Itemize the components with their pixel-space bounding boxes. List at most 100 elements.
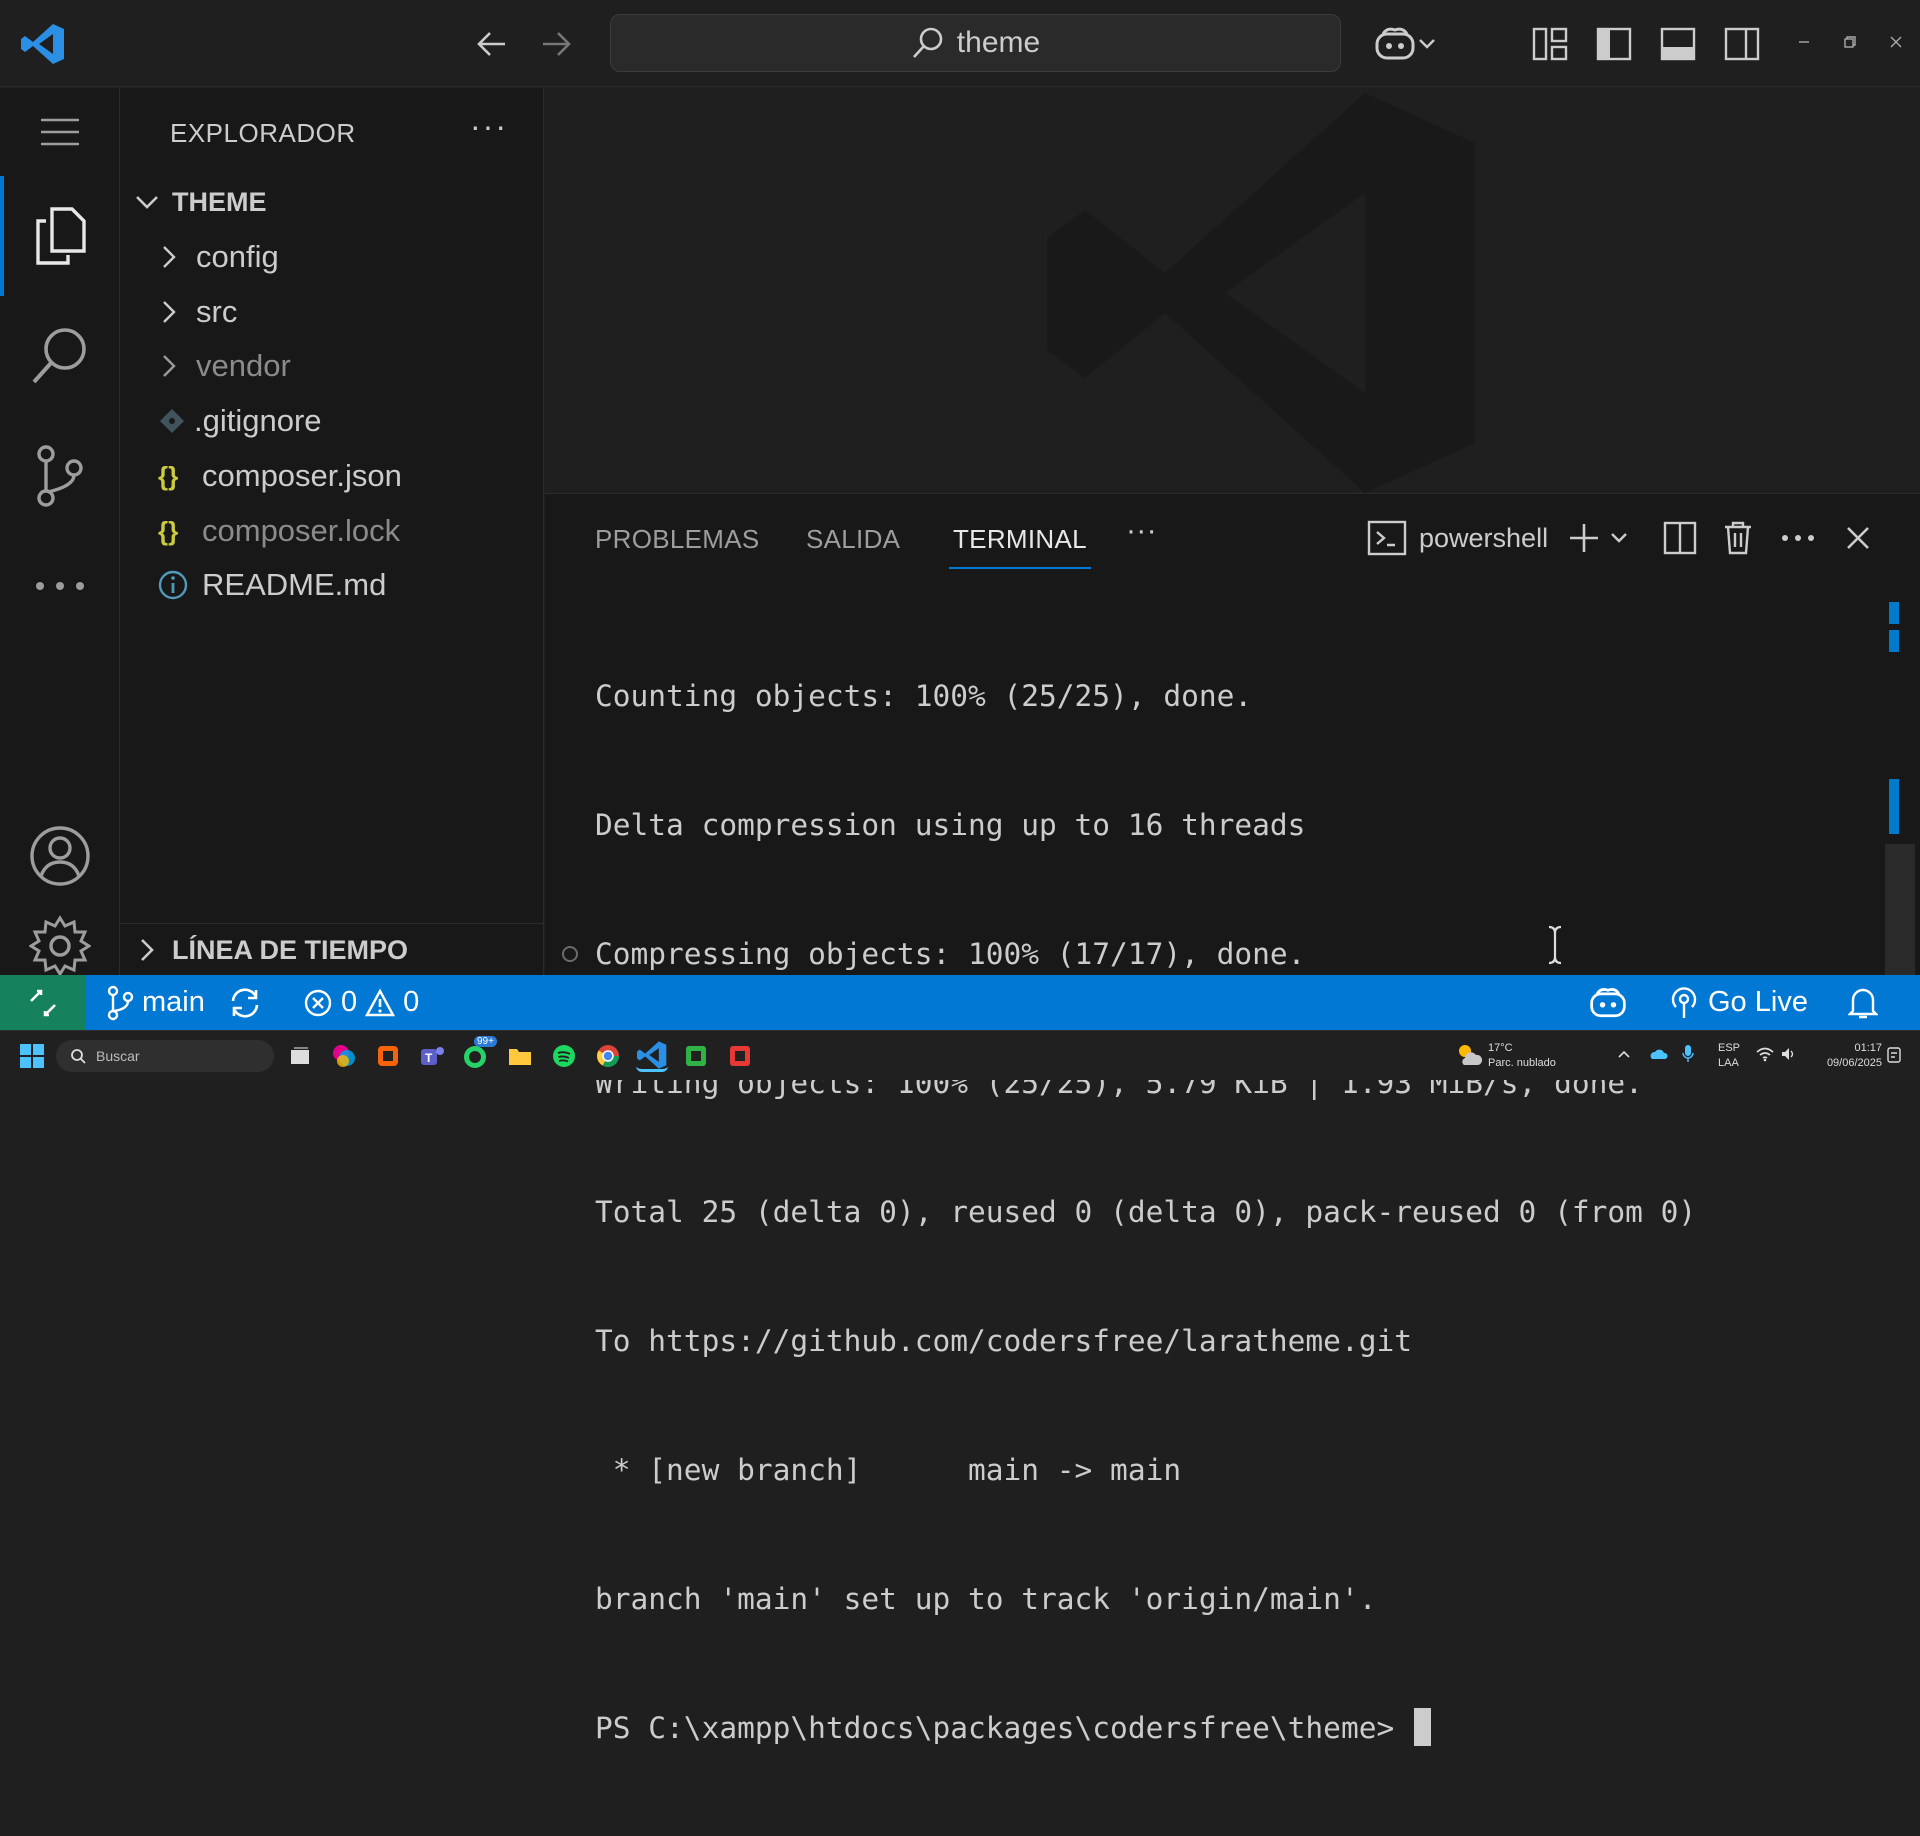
tree-item-gitignore[interactable]: .gitignore [158, 396, 322, 446]
chrome-app-icon[interactable] [592, 1040, 624, 1072]
tab-terminal[interactable]: TERMINAL [949, 524, 1091, 569]
panel-actions-more-icon[interactable] [1781, 516, 1815, 560]
search-activity-icon[interactable] [0, 296, 120, 416]
tree-item-label: composer.json [202, 458, 402, 493]
new-terminal-button[interactable] [1567, 516, 1629, 560]
error-icon [304, 989, 332, 1016]
tree-item-vendor[interactable]: vendor [160, 341, 291, 391]
file-explorer-app-icon[interactable] [504, 1040, 536, 1072]
branch-indicator[interactable]: main [106, 975, 205, 1030]
broadcast-icon [1671, 986, 1697, 1018]
taskbar-search[interactable]: Buscar [56, 1040, 274, 1072]
tree-item-label: src [196, 294, 238, 329]
trash-icon[interactable] [1723, 516, 1753, 560]
taskbar-search-placeholder: Buscar [96, 1048, 140, 1064]
problems-indicator[interactable]: 0 0 [303, 975, 419, 1030]
toggle-primary-sidebar-icon[interactable] [1592, 22, 1636, 66]
timeline-label: LÍNEA DE TIEMPO [172, 934, 409, 965]
settings-gear-icon[interactable] [0, 914, 120, 977]
menu-icon[interactable] [0, 88, 120, 176]
svg-text:T: T [425, 1051, 433, 1065]
vscode-watermark-icon [1047, 93, 1475, 493]
tree-item-composer-json[interactable]: {} composer.json [158, 451, 402, 501]
notifications-bell-icon[interactable] [1848, 975, 1878, 1030]
weather-icon[interactable] [1456, 1041, 1482, 1069]
sync-icon [231, 987, 259, 1018]
accounts-icon[interactable] [0, 796, 120, 916]
error-count: 0 [341, 986, 358, 1018]
source-control-icon[interactable] [0, 416, 120, 536]
command-center-search[interactable]: theme [610, 14, 1341, 72]
command-decoration-icon[interactable] [562, 946, 578, 962]
whatsapp-app-icon[interactable]: 99+ [460, 1036, 497, 1072]
keyboard-lang-1[interactable]: ESP [1718, 1041, 1740, 1055]
notification-center-icon[interactable] [1886, 1046, 1902, 1064]
clock-time[interactable]: 01:17 [1832, 1041, 1882, 1055]
tree-item-composer-lock[interactable]: {} composer.lock [158, 506, 400, 556]
weather-temp: 17°C [1488, 1042, 1513, 1054]
workspace-root-header[interactable]: THEME [134, 182, 267, 222]
copilot-app-icon[interactable] [328, 1040, 360, 1072]
more-views-icon[interactable] [0, 536, 120, 636]
keyboard-lang-2[interactable]: LAA [1718, 1056, 1739, 1070]
toggle-secondary-sidebar-icon[interactable] [1720, 22, 1764, 66]
minimize-icon[interactable] [1792, 30, 1816, 54]
office-app-icon[interactable] [372, 1040, 404, 1072]
microphone-icon[interactable] [1682, 1044, 1694, 1064]
terminal-line: Counting objects: 100% (25/25), done. [595, 679, 1253, 713]
remote-indicator[interactable] [0, 975, 86, 1030]
task-view-icon[interactable] [284, 1040, 316, 1072]
terminal-scrollbar[interactable] [1885, 584, 1915, 976]
editor-area[interactable] [545, 88, 1920, 493]
green-app-icon[interactable] [680, 1040, 712, 1072]
activity-bar [0, 88, 120, 977]
toggle-panel-icon[interactable] [1656, 22, 1700, 66]
sync-button[interactable] [228, 975, 262, 1030]
timeline-header[interactable]: LÍNEA DE TIEMPO [134, 930, 408, 970]
tray-chevron-up-icon[interactable] [1618, 1049, 1630, 1059]
split-terminal-icon[interactable] [1663, 516, 1697, 560]
scrollbar-thumb[interactable] [1885, 844, 1915, 976]
close-panel-icon[interactable] [1845, 516, 1871, 560]
onedrive-icon[interactable] [1648, 1046, 1668, 1060]
panel-more-icon[interactable]: ··· [1126, 514, 1157, 548]
explorer-more-actions-icon[interactable]: ··· [470, 108, 508, 145]
tree-item-config[interactable]: config [160, 232, 279, 282]
warning-count: 0 [403, 986, 420, 1018]
wifi-icon[interactable] [1756, 1046, 1774, 1062]
tree-item-src[interactable]: src [160, 287, 237, 337]
copilot-icon [1590, 987, 1626, 1017]
terminal-powershell-icon [1367, 520, 1407, 556]
windows-start-icon[interactable] [20, 1044, 44, 1068]
go-live-button[interactable]: Go Live [1668, 975, 1808, 1030]
forward-arrow-icon[interactable] [536, 24, 576, 64]
vscode-app-icon[interactable] [636, 1040, 668, 1072]
tab-salida[interactable]: SALIDA [806, 524, 900, 555]
plus-icon [1570, 524, 1598, 552]
close-window-icon[interactable] [1884, 30, 1908, 54]
copilot-status-button[interactable] [1588, 975, 1628, 1030]
terminal-line: To https://github.com/codersfree/larathe… [595, 1324, 1412, 1358]
git-branch-icon [107, 985, 134, 1020]
copilot-menu-button[interactable] [1370, 22, 1440, 66]
back-arrow-icon[interactable] [472, 24, 512, 64]
explorer-icon[interactable] [0, 176, 120, 296]
scrollbar-marker [1889, 630, 1899, 652]
title-bar: theme [0, 0, 1920, 87]
terminal-prompt: PS C:\xampp\htdocs\packages\codersfree\t… [595, 1711, 1395, 1745]
json-file-icon: {} [158, 515, 179, 546]
customize-layout-icon[interactable] [1528, 22, 1572, 66]
restore-icon[interactable] [1838, 30, 1862, 54]
explorer-sidebar: EXPLORADOR ··· THEME config src vendor .… [120, 88, 544, 975]
clock-date[interactable]: 09/06/2025 [1812, 1056, 1882, 1070]
volume-icon[interactable] [1780, 1046, 1796, 1062]
terminal-selector[interactable]: powershell [1367, 516, 1548, 560]
teams-app-icon[interactable]: T [416, 1040, 448, 1072]
branch-name: main [142, 986, 205, 1018]
timeline-section[interactable]: LÍNEA DE TIEMPO [120, 923, 544, 975]
tab-problemas[interactable]: PROBLEMAS [595, 524, 760, 555]
red-app-icon[interactable] [724, 1040, 756, 1072]
spotify-app-icon[interactable] [548, 1040, 580, 1072]
tree-item-readme[interactable]: README.md [158, 560, 386, 610]
terminal-output[interactable]: Counting objects: 100% (25/25), done. De… [595, 589, 1696, 1836]
